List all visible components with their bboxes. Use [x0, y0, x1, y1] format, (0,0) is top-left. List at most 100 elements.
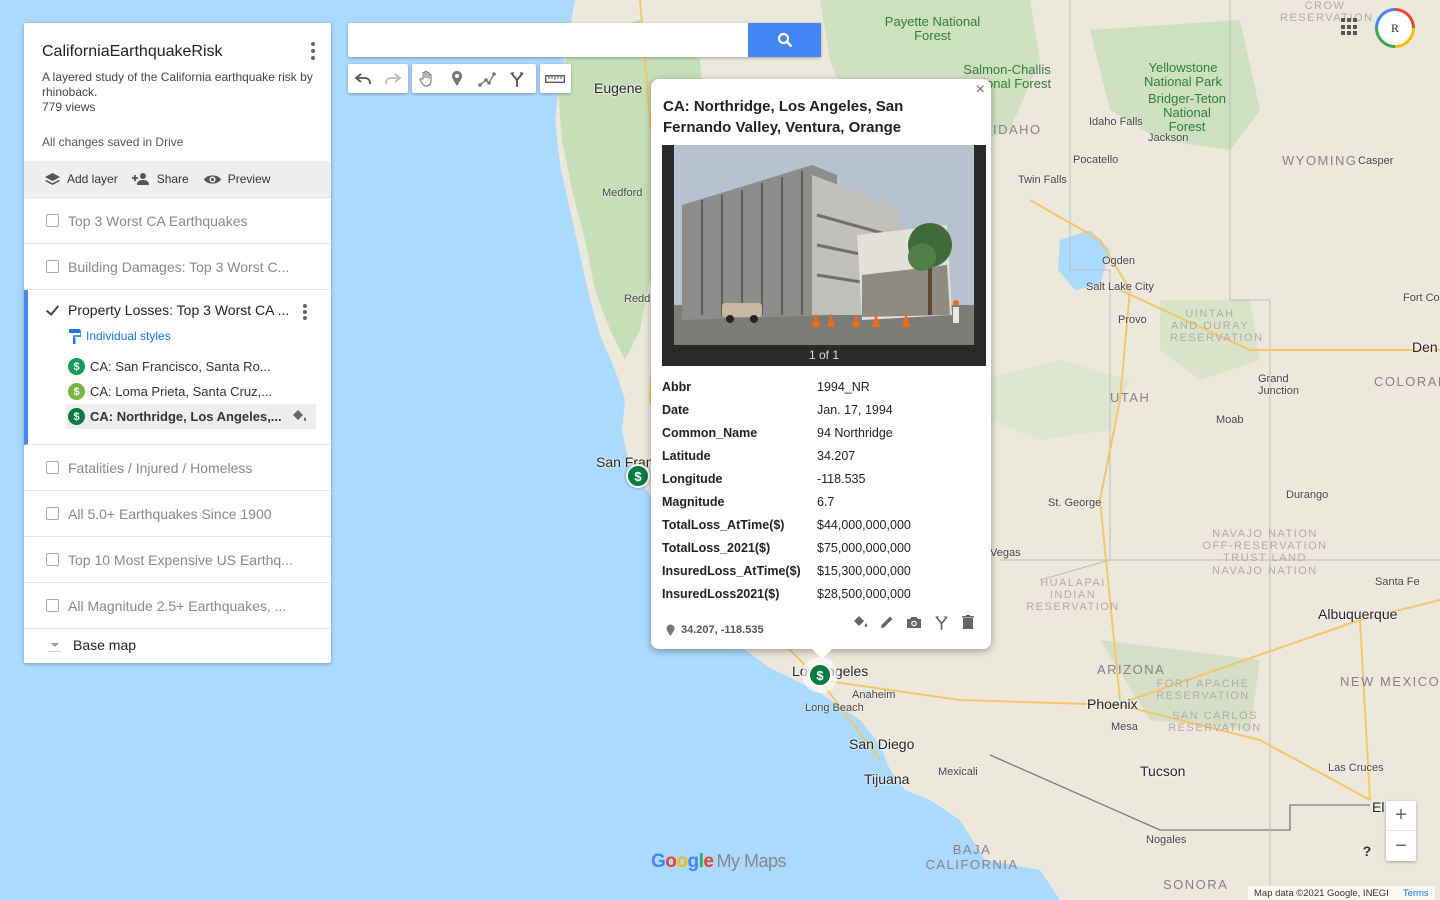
map-city-label: Albuquerque — [1318, 606, 1398, 622]
map-city-label: Twin Falls — [1018, 174, 1067, 186]
attr-key: TotalLoss_2021($) — [662, 540, 771, 555]
expand-arrow-icon[interactable] — [48, 639, 61, 652]
zoom-controls: + − — [1386, 801, 1416, 861]
map-city-label: Moab — [1216, 414, 1244, 426]
map-city-label: Phoenix — [1087, 696, 1138, 712]
layer-name[interactable]: Property Losses: Top 3 Worst CA ... — [68, 302, 289, 318]
map-state-label: BAJA CALIFORNIA — [925, 842, 1019, 872]
layer-name[interactable]: All Magnitude 2.5+ Earthquakes, ... — [68, 598, 286, 614]
attr-key: Abbr — [662, 379, 692, 394]
draw-line-button[interactable] — [472, 64, 502, 93]
layer-name[interactable]: Building Damages: Top 3 Worst C... — [68, 259, 289, 275]
search-input[interactable] — [348, 23, 748, 57]
layer-item-active[interactable]: Property Losses: Top 3 Worst CA ... Indi… — [24, 290, 331, 445]
pan-tool-button[interactable] — [412, 64, 442, 93]
layer-checkbox[interactable] — [46, 214, 59, 227]
google-wordmark: Google — [651, 851, 714, 872]
map-views: 779 views — [42, 100, 96, 114]
help-button[interactable]: ? — [1356, 840, 1378, 862]
attr-value: $75,000,000,000 — [817, 540, 911, 555]
map-state-label: SONORA — [1163, 877, 1229, 892]
zoom-out-button[interactable]: − — [1386, 831, 1416, 861]
layer-item[interactable]: Fatalities / Injured / Homeless — [24, 445, 331, 491]
feature-item[interactable]: $ CA: Loma Prieta, Santa Cruz,... — [66, 379, 316, 404]
popup-actions — [851, 613, 977, 631]
layer-checkbox[interactable] — [46, 507, 59, 520]
map-marker-northridge[interactable]: $ — [808, 663, 832, 687]
style-bucket-icon[interactable] — [851, 613, 869, 631]
map-marker-san-francisco[interactable]: $ — [626, 464, 650, 488]
layer-item[interactable]: Top 3 Worst CA Earthquakes — [24, 198, 331, 244]
hand-icon — [419, 70, 432, 87]
map-city-label: Medford — [602, 187, 643, 199]
map-city-label: Eugene — [594, 80, 643, 96]
layer-checkbox[interactable] — [46, 599, 59, 612]
layer-name[interactable]: Top 10 Most Expensive US Earthq... — [68, 552, 293, 568]
map-header: CaliforniaEarthquakeRisk A layered study… — [24, 23, 331, 161]
google-my-maps-logo: Google My Maps — [651, 851, 786, 873]
attr-value: 34.207 — [817, 448, 856, 463]
layer-checkbox[interactable] — [46, 553, 59, 566]
ruler-icon — [545, 74, 565, 83]
directions-button[interactable] — [502, 64, 532, 93]
map-forest-label: Payette National Forest — [884, 14, 981, 43]
preview-button[interactable]: Preview — [203, 172, 271, 186]
map-title[interactable]: CaliforniaEarthquakeRisk — [42, 43, 313, 61]
terms-link[interactable]: Terms — [1403, 888, 1429, 899]
attr-value: 1994_NR — [817, 379, 870, 394]
account-avatar[interactable]: R — [1375, 8, 1415, 48]
map-tools-group — [412, 64, 536, 93]
individual-styles-link[interactable]: Individual styles — [68, 328, 171, 344]
preview-label: Preview — [227, 172, 271, 186]
layer-name[interactable]: Fatalities / Injured / Homeless — [68, 460, 252, 476]
layer-item[interactable]: All 5.0+ Earthquakes Since 1900 — [24, 491, 331, 537]
map-state-label: ARIZONA — [1097, 662, 1166, 677]
attr-value: Jan. 17, 1994 — [817, 402, 893, 417]
attr-key: Latitude — [662, 448, 711, 463]
base-map-item[interactable]: Base map — [24, 629, 331, 661]
layer-item[interactable]: All Magnitude 2.5+ Earthquakes, ... — [24, 583, 331, 629]
layer-checkbox[interactable] — [46, 304, 59, 317]
delete-trash-icon[interactable] — [959, 613, 977, 631]
layer-checkbox[interactable] — [46, 461, 59, 474]
map-description[interactable]: A layered study of the California earthq… — [42, 70, 313, 100]
add-layer-button[interactable]: Add layer — [44, 172, 118, 187]
layer-name[interactable]: Top 3 Worst CA Earthquakes — [68, 213, 248, 229]
feature-item[interactable]: $ CA: San Francisco, Santa Ro... — [66, 354, 316, 379]
share-label: Share — [156, 172, 189, 186]
layer-options-icon[interactable] — [301, 304, 309, 322]
map-options-icon[interactable] — [307, 40, 319, 60]
feature-photo[interactable]: 1 of 1 — [662, 145, 986, 366]
share-button[interactable]: Share — [131, 172, 189, 186]
map-state-label: WYOMING — [1282, 153, 1358, 168]
map-city-label: Mexicali — [938, 766, 978, 778]
eye-icon — [203, 174, 221, 184]
base-map-label: Base map — [73, 637, 137, 653]
layer-item[interactable]: Building Damages: Top 3 Worst C... — [24, 244, 331, 290]
close-icon[interactable]: × — [976, 81, 985, 99]
layers-icon — [45, 172, 60, 185]
camera-icon[interactable] — [905, 613, 923, 631]
style-bucket-icon[interactable] — [291, 409, 308, 426]
layer-checkbox[interactable] — [46, 260, 59, 273]
map-forest-label: Yellowstone National Park — [1143, 60, 1223, 89]
layer-item[interactable]: Top 10 Most Expensive US Earthq... — [24, 537, 331, 583]
zoom-in-button[interactable]: + — [1386, 801, 1416, 831]
map-reservation-label: SAN CARLOS RESERVATION — [1168, 710, 1262, 734]
add-marker-button[interactable] — [442, 64, 472, 93]
measure-button[interactable] — [540, 64, 570, 93]
map-city-label: Tucson — [1140, 763, 1186, 779]
map-legend-panel: CaliforniaEarthquakeRisk A layered study… — [24, 23, 331, 663]
edit-pencil-icon[interactable] — [878, 613, 896, 631]
apps-grid-icon[interactable] — [1341, 18, 1359, 36]
redo-button[interactable] — [378, 64, 408, 93]
directions-icon[interactable] — [932, 613, 950, 631]
collapsed-building-image — [662, 145, 986, 366]
attr-key: TotalLoss_AtTime($) — [662, 517, 785, 532]
dollar-icon: $ — [68, 408, 85, 425]
layer-name[interactable]: All 5.0+ Earthquakes Since 1900 — [68, 506, 272, 522]
feature-item-selected[interactable]: $ CA: Northridge, Los Angeles,... — [66, 404, 316, 429]
table-row: Date Jan. 17, 1994 — [662, 398, 911, 421]
undo-button[interactable] — [348, 64, 378, 93]
search-button[interactable] — [748, 23, 821, 57]
